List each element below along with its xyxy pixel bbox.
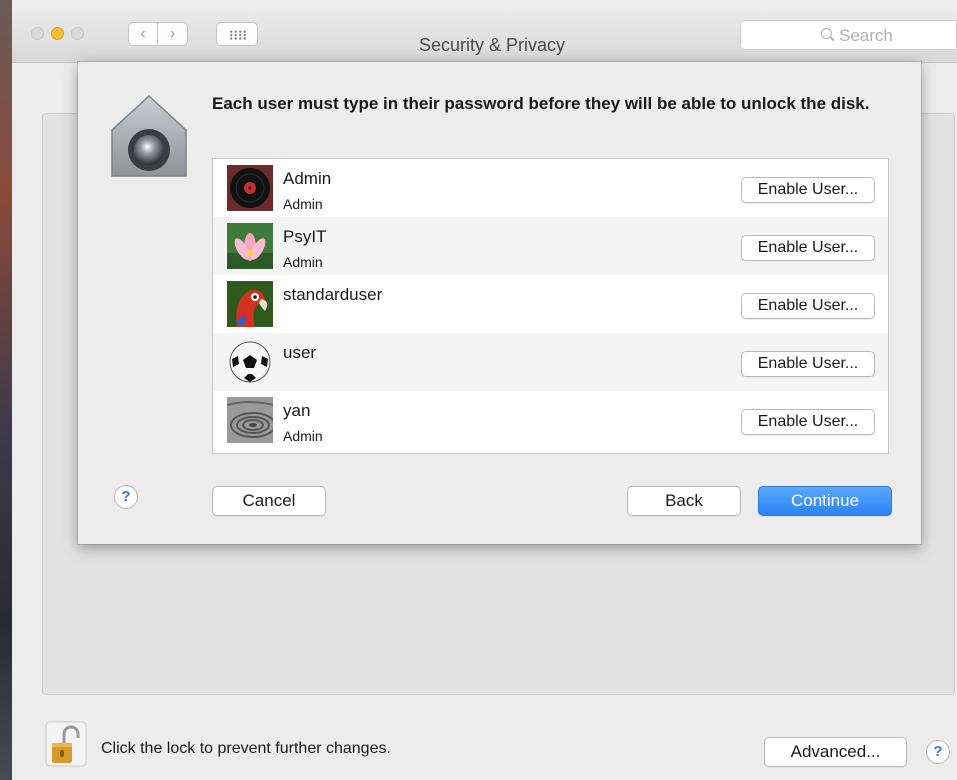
- chevron-left-icon: ‹: [140, 25, 146, 42]
- minimize-window-button[interactable]: [51, 27, 64, 40]
- unlocked-padlock-icon[interactable]: [44, 720, 88, 768]
- search-icon: [821, 28, 832, 39]
- enable-user-button[interactable]: Enable User...: [741, 293, 875, 319]
- enable-user-button[interactable]: Enable User...: [741, 177, 875, 203]
- user-name: user: [283, 343, 317, 362]
- close-window-button[interactable]: [31, 27, 44, 40]
- user-row-admin: Admin Admin Enable User...: [213, 159, 888, 217]
- advanced-button[interactable]: Advanced...: [764, 737, 907, 767]
- user-row-user: user Enable User...: [213, 333, 888, 391]
- user-role: Admin: [283, 196, 323, 212]
- parrot-avatar: [227, 281, 273, 327]
- show-all-button[interactable]: [216, 22, 258, 46]
- user-role: Admin: [283, 428, 323, 444]
- back-button[interactable]: Back: [627, 486, 741, 516]
- nav-back-button[interactable]: ‹: [128, 22, 158, 46]
- user-name: PsyIT: [283, 227, 327, 246]
- soccer-ball-avatar: [227, 339, 273, 385]
- user-row-standarduser: standarduser Enable User...: [213, 275, 888, 333]
- title-bar: ‹ › Security & Privacy: [12, 8, 957, 63]
- search-field[interactable]: [740, 20, 957, 50]
- enable-user-button[interactable]: Enable User...: [741, 235, 875, 261]
- zoom-window-button[interactable]: [71, 27, 84, 40]
- vinyl-record-avatar: [227, 165, 273, 211]
- nav-forward-button[interactable]: ›: [158, 22, 188, 46]
- user-name: yan: [283, 401, 311, 420]
- user-list: Admin Admin Enable User... PsyIT Admin E…: [212, 158, 889, 454]
- chevron-right-icon: ›: [169, 25, 176, 42]
- lock-status-text: Click the lock to prevent further change…: [101, 740, 391, 757]
- sheet-help-button[interactable]: ?: [114, 485, 138, 509]
- preferences-window: ‹ › Security & Privacy Click the lock to…: [12, 0, 957, 780]
- filevault-icon: [111, 94, 187, 177]
- filevault-sheet: Each user must type in their password be…: [78, 62, 921, 544]
- user-name: standarduser: [283, 285, 383, 304]
- user-name: Admin: [283, 169, 332, 188]
- user-row-psyit: PsyIT Admin Enable User...: [213, 217, 888, 275]
- help-button[interactable]: ?: [926, 740, 950, 764]
- enable-user-button[interactable]: Enable User...: [741, 351, 875, 377]
- desktop-background: [0, 0, 12, 780]
- cancel-button[interactable]: Cancel: [212, 486, 326, 516]
- search-input[interactable]: [837, 25, 951, 47]
- lotus-flower-avatar: [227, 223, 273, 269]
- zen-sand-avatar: [227, 397, 273, 443]
- grid-icon: [229, 30, 247, 40]
- enable-user-button[interactable]: Enable User...: [741, 409, 875, 435]
- user-row-yan: yan Admin Enable User...: [213, 391, 888, 449]
- continue-button[interactable]: Continue: [758, 486, 892, 516]
- sheet-message: Each user must type in their password be…: [212, 94, 870, 113]
- user-role: Admin: [283, 254, 323, 270]
- window-title: Security & Privacy: [418, 35, 566, 55]
